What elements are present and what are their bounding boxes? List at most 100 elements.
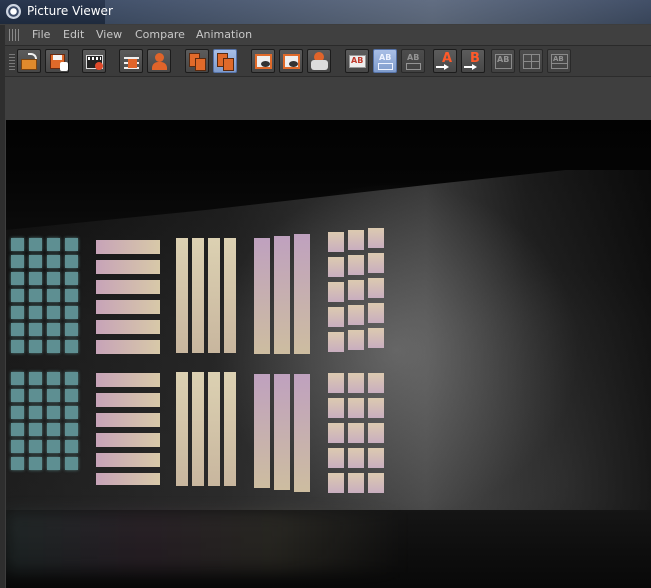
export-frames-button[interactable] (119, 49, 143, 73)
compare-ab-split-label: AB (379, 53, 392, 62)
icon-part (88, 57, 101, 60)
icon-part (223, 58, 234, 71)
pattern-tile (368, 373, 384, 393)
icon-part (472, 64, 477, 70)
pattern-tile (47, 272, 60, 285)
menu-grip-icon[interactable] (9, 29, 19, 41)
icon-part (551, 63, 568, 64)
toolbar-grip-icon[interactable] (9, 52, 15, 70)
pattern-tile (348, 230, 364, 250)
ab-grid-button[interactable] (519, 49, 543, 73)
compare-overlay-button[interactable] (307, 49, 331, 73)
narrow-vertical-bar-pattern (176, 238, 238, 488)
pattern-tile (29, 306, 42, 319)
swap-ab-button[interactable]: AB (491, 49, 515, 73)
open-image-button[interactable] (17, 49, 41, 73)
set-b-button[interactable]: B (461, 49, 485, 73)
layer-stack-button[interactable] (185, 49, 209, 73)
menu-animation[interactable]: Animation (196, 28, 252, 41)
icon-part (152, 62, 167, 70)
icon-part (60, 62, 68, 71)
render-clip-button[interactable] (82, 49, 106, 73)
layer-stack-selected-button[interactable] (213, 49, 237, 73)
pattern-tile (11, 457, 24, 470)
pattern-tile (47, 306, 60, 319)
ab-grid-alt-label: AB (553, 55, 564, 63)
pattern-tile (328, 232, 344, 252)
pattern-tile (208, 372, 220, 486)
pattern-tile (368, 228, 384, 248)
pattern-tile (224, 372, 236, 486)
pattern-tile (96, 280, 160, 294)
app-logo-icon[interactable] (6, 4, 21, 19)
menu-compare[interactable]: Compare (135, 28, 185, 41)
pattern-tile (192, 372, 204, 486)
pattern-tile (11, 272, 24, 285)
pattern-tile (328, 473, 344, 493)
pattern-tile (368, 328, 384, 348)
pattern-tile (29, 423, 42, 436)
pattern-tile (254, 238, 270, 354)
pattern-tile (29, 406, 42, 419)
pattern-tile (274, 236, 290, 354)
compare-ab-label: AB (351, 56, 364, 65)
pattern-tile (47, 289, 60, 302)
pattern-tile (368, 253, 384, 273)
icon-part (406, 63, 421, 70)
compare-ab-split-button[interactable]: AB (373, 49, 397, 73)
pattern-tile (96, 433, 160, 447)
pattern-tile (11, 323, 24, 336)
icon-part (128, 59, 137, 68)
pattern-tile (368, 278, 384, 298)
region-view-alt-button[interactable] (279, 49, 303, 73)
pattern-tile (29, 255, 42, 268)
pattern-tile (47, 389, 60, 402)
pattern-tile (294, 374, 310, 492)
icon-part (289, 61, 298, 67)
pattern-tile (29, 372, 42, 385)
pattern-tile (65, 255, 78, 268)
pattern-tile (65, 306, 78, 319)
toolbar: AB AB AB A B AB AB (5, 46, 651, 77)
pattern-tile (11, 406, 24, 419)
pattern-tile (11, 340, 24, 353)
pattern-tile (96, 240, 160, 254)
image-viewport[interactable] (6, 120, 651, 588)
icon-part (21, 59, 37, 70)
pattern-tile (348, 305, 364, 325)
region-view-button[interactable] (251, 49, 275, 73)
icon-part (523, 61, 540, 62)
pattern-tile (11, 372, 24, 385)
pattern-tile (176, 372, 188, 486)
icon-part (311, 60, 328, 70)
save-image-button[interactable] (45, 49, 69, 73)
pattern-tile (224, 238, 236, 353)
pattern-tile (348, 398, 364, 418)
set-a-button[interactable]: A (433, 49, 457, 73)
render-person-button[interactable] (147, 49, 171, 73)
ab-grid-alt-button[interactable]: AB (547, 49, 571, 73)
pattern-tile (96, 453, 160, 467)
viewer-panel-header (5, 77, 651, 120)
menu-edit[interactable]: Edit (63, 28, 84, 41)
pattern-tile (65, 423, 78, 436)
pattern-tile (65, 272, 78, 285)
pattern-tile (96, 413, 160, 427)
pattern-tile (11, 423, 24, 436)
checker-grid-pattern (328, 228, 386, 496)
compare-ab-button[interactable]: AB (345, 49, 369, 73)
menu-bar: File Edit View Compare Animation (5, 25, 651, 46)
pattern-tile (65, 340, 78, 353)
pattern-tile (65, 323, 78, 336)
pattern-tile (192, 238, 204, 353)
horizontal-bar-pattern (96, 240, 160, 485)
pattern-tile (65, 440, 78, 453)
menu-file[interactable]: File (32, 28, 50, 41)
pattern-tile (274, 374, 290, 490)
swap-ab-label: AB (497, 55, 510, 64)
compare-ab-stacked-button[interactable]: AB (401, 49, 425, 73)
menu-view[interactable]: View (96, 28, 122, 41)
compare-ab-stacked-label: AB (407, 53, 420, 62)
pattern-tile (348, 473, 364, 493)
pattern-tile (47, 340, 60, 353)
